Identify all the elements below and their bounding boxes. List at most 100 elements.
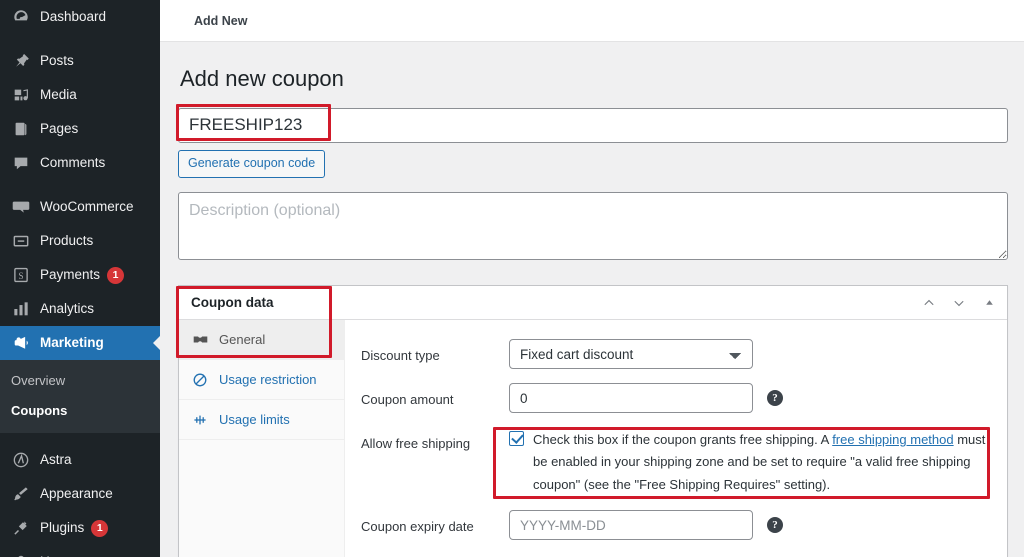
free-shipping-text-before: Check this box if the coupon grants free… <box>533 432 832 447</box>
tab-usage-limits[interactable]: Usage limits <box>179 400 344 440</box>
caret-up-icon[interactable] <box>975 289 1003 317</box>
chevron-up-icon[interactable] <box>915 289 943 317</box>
sidebar-item-plugins-label: Plugins <box>40 521 84 535</box>
sidebar-item-analytics[interactable]: Analytics <box>0 292 160 326</box>
sidebar-item-posts-label: Posts <box>40 54 74 68</box>
sidebar-separator <box>0 34 160 44</box>
coupon-code-input[interactable] <box>178 108 1008 143</box>
free-shipping-description: Check this box if the coupon grants free… <box>533 429 995 496</box>
chevron-down-icon[interactable] <box>945 289 973 317</box>
sidebar-item-comments-label: Comments <box>40 156 105 170</box>
block-icon <box>191 371 209 389</box>
sidebar-separator <box>0 433 160 443</box>
help-icon[interactable]: ? <box>767 390 783 406</box>
sidebar-item-astra-label: Astra <box>40 453 72 467</box>
general-fields: Discount type Percentage discountFixed c… <box>345 320 1007 557</box>
sidebar-item-comments[interactable]: Comments <box>0 146 160 180</box>
comment-icon <box>11 153 31 173</box>
admin-sidebar: Dashboard Posts Media Pages Comments WooComme… <box>0 0 160 557</box>
coupon-amount-label: Coupon amount <box>361 383 509 409</box>
sidebar-item-payments[interactable]: S Payments 1 <box>0 258 160 292</box>
sidebar-item-pages-label: Pages <box>40 122 78 136</box>
coupon-data-body: General Usage restriction <box>179 320 1007 557</box>
sidebar-submenu-slot: OverviewCoupons <box>0 360 160 433</box>
sidebar-item-payments-label: Payments <box>40 268 100 282</box>
sidebar-item-astra[interactable]: Astra <box>0 443 160 477</box>
user-icon <box>11 552 31 557</box>
free-shipping-checkbox[interactable] <box>509 431 524 446</box>
pages-icon <box>11 119 31 139</box>
coupon-expiry-date-input[interactable] <box>509 510 753 540</box>
sidebar-item-media[interactable]: Media <box>0 78 160 112</box>
wp-admin-screen: Dashboard Posts Media Pages Comments WooComme… <box>0 0 1024 557</box>
coupon-data-header: Coupon data <box>179 286 1007 320</box>
coupon-code-row: Generate coupon code <box>178 108 1006 179</box>
svg-text:S: S <box>18 271 23 281</box>
sidebar-item-dashboard[interactable]: Dashboard <box>0 0 160 34</box>
analytics-icon <box>11 299 31 319</box>
sidebar-item-products[interactable]: Products <box>0 224 160 258</box>
sidebar-item-marketing-label: Marketing <box>40 336 104 350</box>
pin-icon <box>11 51 31 71</box>
tab-usage-restriction[interactable]: Usage restriction <box>179 360 344 400</box>
discount-type-control: Percentage discountFixed cart discountFi… <box>509 339 995 369</box>
submenu-item-coupons[interactable]: Coupons <box>0 396 160 426</box>
coupon-data-tabs: General Usage restriction <box>179 320 345 557</box>
sidebar-item-plugins[interactable]: Plugins 1 <box>0 511 160 545</box>
page-title: Add new coupon <box>178 42 1006 108</box>
main-area: Add New Add new coupon Generate coupon c… <box>160 0 1024 557</box>
sidebar-item-plugins-badge: 1 <box>91 520 108 537</box>
products-icon <box>11 231 31 251</box>
sidebar-item-dashboard-label: Dashboard <box>40 10 106 24</box>
free-shipping-method-link[interactable]: free shipping method <box>832 432 953 447</box>
media-icon <box>11 85 31 105</box>
allow-free-shipping-control: Check this box if the coupon grants free… <box>509 427 995 496</box>
coupon-expiry-date-control: ? <box>509 510 995 540</box>
sidebar-item-users[interactable]: Users <box>0 545 160 557</box>
tab-general[interactable]: General <box>179 320 344 360</box>
sidebar-item-woocommerce-label: WooCommerce <box>40 200 134 214</box>
discount-type-select[interactable]: Percentage discountFixed cart discountFi… <box>509 339 753 369</box>
coupon-amount-control: ? <box>509 383 995 413</box>
sidebar-menu-top: Dashboard Posts Media Pages Comments WooComme… <box>0 0 160 360</box>
sidebar-item-pages[interactable]: Pages <box>0 112 160 146</box>
dashboard-icon <box>11 7 31 27</box>
field-discount-type: Discount type Percentage discountFixed c… <box>345 332 1007 376</box>
sidebar-item-products-label: Products <box>40 234 93 248</box>
submenu-item-overview[interactable]: Overview <box>0 366 160 396</box>
sidebar-item-appearance-label: Appearance <box>40 487 113 501</box>
marketing-submenu: OverviewCoupons <box>0 360 160 433</box>
field-coupon-amount: Coupon amount ? <box>345 376 1007 420</box>
sidebar-item-appearance[interactable]: Appearance <box>0 477 160 511</box>
plug-icon <box>11 518 31 538</box>
generate-coupon-code-button[interactable]: Generate coupon code <box>178 150 325 179</box>
admin-topbar: Add New <box>160 0 1024 42</box>
astra-icon <box>11 450 31 470</box>
coupon-expiry-date-label: Coupon expiry date <box>361 510 509 536</box>
woocommerce-icon <box>11 197 31 217</box>
field-allow-free-shipping: Allow free shipping Check this box if th… <box>345 420 1007 503</box>
sidebar-item-payments-badge: 1 <box>107 267 124 284</box>
content-wrap: Add new coupon Generate coupon code Coup… <box>160 42 1024 557</box>
coupon-description-textarea[interactable] <box>178 192 1008 260</box>
sidebar-separator <box>0 180 160 190</box>
sidebar-item-media-label: Media <box>40 88 77 102</box>
sidebar-menu-bottom: Astra Appearance Plugins 1 Users <box>0 433 160 557</box>
coupon-amount-input[interactable] <box>509 383 753 413</box>
payments-icon: S <box>11 265 31 285</box>
sidebar-item-marketing[interactable]: Marketing <box>0 326 160 360</box>
coupon-data-title: Coupon data <box>191 295 915 310</box>
limits-icon <box>191 411 209 429</box>
sidebar-item-woocommerce[interactable]: WooCommerce <box>0 190 160 224</box>
megaphone-icon <box>11 333 31 353</box>
brush-icon <box>11 484 31 504</box>
free-shipping-checkbox-wrap[interactable]: Check this box if the coupon grants free… <box>509 427 995 496</box>
sidebar-item-analytics-label: Analytics <box>40 302 94 316</box>
postbox-controls <box>915 289 1003 317</box>
tab-general-label: General <box>219 332 265 347</box>
tab-usage-limits-label: Usage limits <box>219 412 290 427</box>
help-icon[interactable]: ? <box>767 517 783 533</box>
field-coupon-expiry-date: Coupon expiry date ? <box>345 503 1007 547</box>
add-new-tab[interactable]: Add New <box>194 14 247 28</box>
sidebar-item-posts[interactable]: Posts <box>0 44 160 78</box>
